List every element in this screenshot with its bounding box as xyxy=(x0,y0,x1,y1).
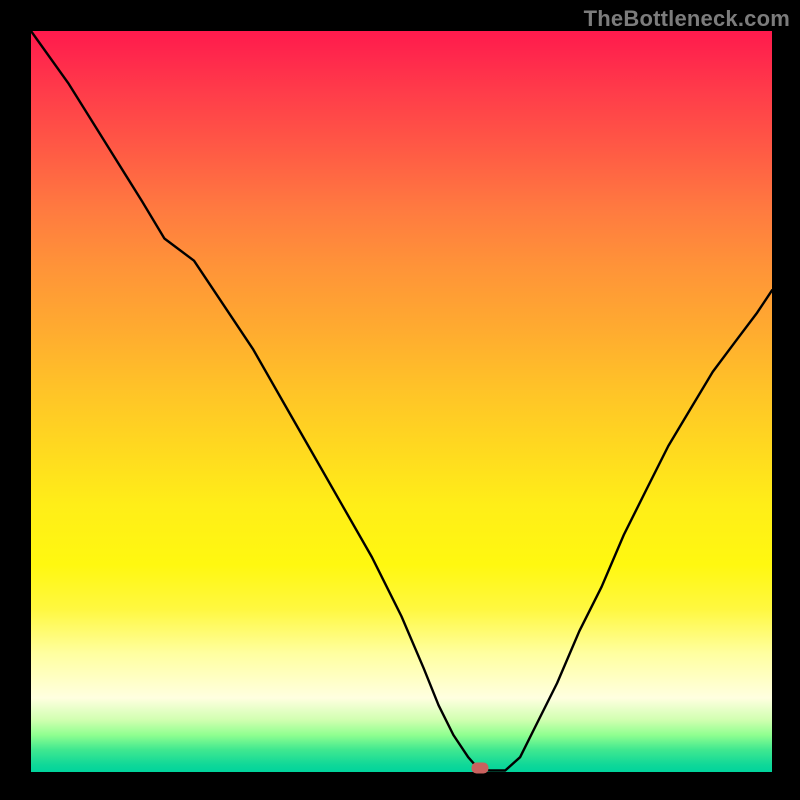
chart-frame: TheBottleneck.com xyxy=(0,0,800,800)
watermark-text: TheBottleneck.com xyxy=(584,6,790,32)
chart-plot-area xyxy=(31,31,772,772)
chart-curve xyxy=(31,31,772,771)
chart-svg xyxy=(31,31,772,772)
